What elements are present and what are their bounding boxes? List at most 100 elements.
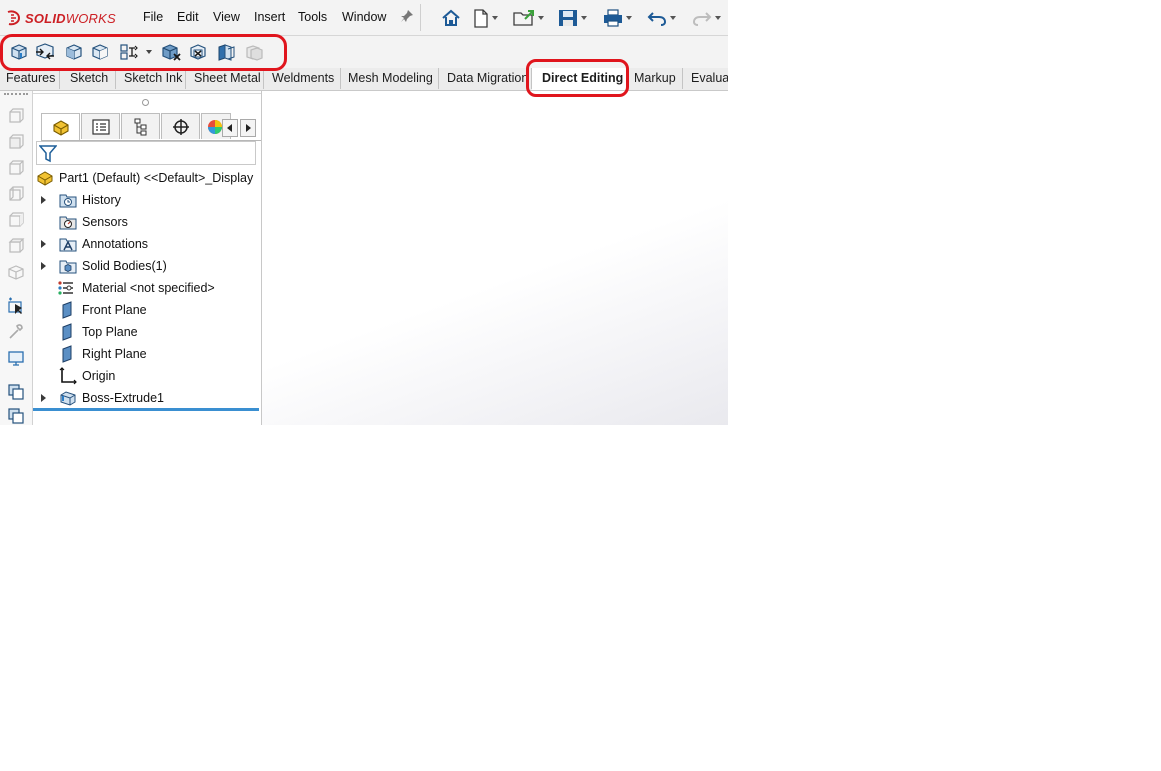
tree-item-boss-extrude1[interactable]: Boss-Extrude1	[33, 387, 261, 409]
sensors-folder-icon	[59, 216, 77, 230]
origin-icon	[59, 367, 77, 385]
solid-bodies-folder-icon	[59, 260, 77, 274]
configuration-manager-tab[interactable]	[121, 113, 160, 139]
tree-item-material[interactable]: Material <not specified>	[33, 277, 261, 299]
print-icon[interactable]	[603, 7, 632, 29]
menu-bar: SOLIDWORKS File Edit View Insert Tools W…	[0, 0, 728, 36]
tab-features[interactable]: Features	[0, 68, 60, 89]
tree-item-label: Front Plane	[82, 303, 147, 317]
menu-file[interactable]: File	[143, 10, 163, 24]
tabs-scroll-right-button[interactable]	[240, 119, 256, 137]
crosshair-icon	[172, 118, 189, 135]
tab-evaluate[interactable]: Evaluat	[683, 68, 728, 89]
part-tree-icon	[52, 120, 69, 136]
open-dropdown-arrow[interactable]	[538, 16, 544, 20]
tree-root-part[interactable]: Part1 (Default) <<Default>_Display	[33, 167, 261, 189]
annotations-folder-icon	[59, 238, 77, 252]
tab-weldments[interactable]: Weldments	[264, 68, 341, 89]
tools-icon[interactable]	[5, 321, 27, 343]
plane-icon	[62, 301, 72, 319]
normal-to-view-icon[interactable]	[5, 105, 27, 127]
back-view-icon[interactable]	[5, 157, 27, 179]
dimxpert-manager-tab[interactable]	[161, 113, 200, 139]
open-icon[interactable]	[513, 7, 544, 29]
undo-dropdown-arrow[interactable]	[670, 16, 676, 20]
panel-splitter[interactable]	[33, 93, 261, 106]
save-dropdown-arrow[interactable]	[581, 16, 587, 20]
property-manager-tab[interactable]	[81, 113, 120, 139]
save-icon[interactable]	[558, 7, 587, 29]
home-icon[interactable]	[441, 7, 461, 29]
print-dropdown-arrow[interactable]	[626, 16, 632, 20]
tab-data-migration[interactable]: Data Migration	[439, 68, 532, 89]
toolbar-grip[interactable]	[4, 93, 28, 97]
tree-item-label: Origin	[82, 369, 116, 383]
expand-arrow-icon[interactable]	[41, 394, 46, 402]
new-dropdown-arrow[interactable]	[492, 16, 498, 20]
pin-menu-icon[interactable]	[400, 9, 414, 26]
tree-item-solid-bodies[interactable]: Solid Bodies(1)	[33, 255, 261, 277]
featuremanager-tree-tab[interactable]	[41, 113, 80, 140]
boss-extrude-icon	[60, 391, 76, 406]
tree-item-origin[interactable]: Origin	[33, 365, 261, 387]
ds-logo-icon	[7, 10, 21, 26]
tree-item-history[interactable]: History	[33, 189, 261, 211]
tree-item-label: Solid Bodies(1)	[82, 259, 167, 273]
display-icon[interactable]	[5, 347, 27, 369]
tree-item-right-plane[interactable]: Right Plane	[33, 343, 261, 365]
tree-item-label: Boss-Extrude1	[82, 391, 164, 405]
tab-sketch[interactable]: Sketch	[60, 68, 116, 89]
tab-mesh-modeling[interactable]: Mesh Modeling	[341, 68, 439, 89]
material-icon	[58, 281, 73, 295]
front-view-icon[interactable]	[5, 131, 27, 153]
left-view-icon[interactable]	[5, 183, 27, 205]
tree-item-label: History	[82, 193, 121, 207]
right-view-icon[interactable]	[5, 209, 27, 231]
expand-arrow-icon[interactable]	[41, 196, 46, 204]
tree-item-annotations[interactable]: Annotations	[33, 233, 261, 255]
tree-item-label: Annotations	[82, 237, 149, 251]
isometric-view-icon[interactable]	[5, 261, 27, 283]
menu-tools[interactable]: Tools	[298, 10, 327, 24]
menu-edit[interactable]: Edit	[177, 10, 199, 24]
property-list-icon	[91, 118, 110, 135]
redo-dropdown-arrow[interactable]	[715, 16, 721, 20]
plane-icon	[62, 323, 72, 341]
tab-sheet-metal[interactable]: Sheet Metal	[186, 68, 264, 89]
arrow-right-icon	[246, 124, 251, 132]
filter-icon	[39, 145, 57, 163]
menu-window[interactable]: Window	[342, 10, 386, 24]
tree-item-label: Right Plane	[82, 347, 147, 361]
tree-item-label: Sensors	[82, 215, 128, 229]
redo-icon[interactable]	[692, 7, 721, 29]
view-settings-icon[interactable]	[5, 405, 27, 425]
plane-icon	[62, 345, 72, 363]
logo-text-works: WORKS	[65, 10, 116, 26]
feature-manager-panel: Part1 (Default) <<Default>_Display Histo…	[33, 91, 262, 425]
tabs-scroll-left-button[interactable]	[222, 119, 238, 137]
tree-item-sensors[interactable]: Sensors	[33, 211, 261, 233]
view-orientation-icon[interactable]	[5, 381, 27, 403]
top-view-icon[interactable]	[5, 235, 27, 257]
tab-markup[interactable]: Markup	[627, 68, 683, 89]
history-folder-icon	[59, 194, 77, 208]
feature-filter-input[interactable]	[36, 141, 256, 165]
tree-item-top-plane[interactable]: Top Plane	[33, 321, 261, 343]
menu-view[interactable]: View	[213, 10, 240, 24]
part-icon	[37, 171, 53, 186]
menu-separator	[420, 4, 421, 31]
tree-root-label: Part1 (Default) <<Default>_Display	[59, 171, 254, 185]
undo-icon[interactable]	[647, 7, 676, 29]
expand-arrow-icon[interactable]	[41, 262, 46, 270]
rollback-bar[interactable]	[33, 408, 259, 411]
highlight-command-icons	[0, 34, 287, 71]
graphics-area[interactable]	[262, 91, 728, 425]
feature-manager-tabs	[41, 113, 261, 141]
tree-item-front-plane[interactable]: Front Plane	[33, 299, 261, 321]
expand-arrow-icon[interactable]	[41, 240, 46, 248]
tab-sketch-ink[interactable]: Sketch Ink	[116, 68, 186, 89]
select-icon[interactable]	[5, 295, 27, 317]
config-tree-icon	[134, 118, 146, 135]
menu-insert[interactable]: Insert	[254, 10, 285, 24]
new-document-icon[interactable]	[473, 7, 498, 29]
